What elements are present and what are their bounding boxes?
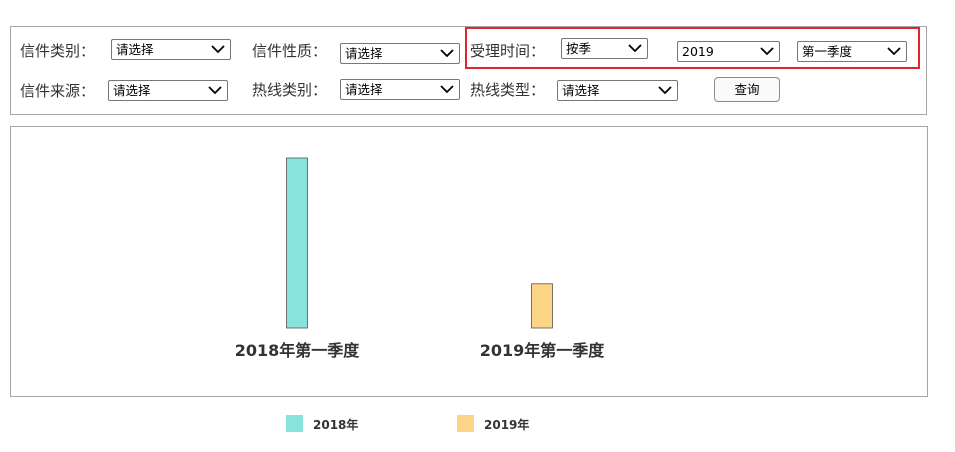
chevron-down-icon — [208, 86, 222, 95]
letter-nature-value: 请选择 — [345, 46, 383, 61]
category-label: 2018年第一季度 — [235, 341, 361, 360]
category-label: 2019年第一季度 — [480, 341, 606, 360]
bar-chart: 2018年第一季度 2019年第一季度 — [235, 157, 606, 360]
hotline-category-select[interactable]: 请选择 — [340, 79, 460, 100]
accept-time-mode-select[interactable]: 按季 — [561, 38, 648, 59]
accept-time-mode-value: 按季 — [566, 41, 592, 56]
accept-time-quarter-select[interactable]: 第一季度 — [797, 41, 907, 62]
chevron-down-icon — [658, 86, 672, 95]
bar-1-1 — [531, 283, 553, 329]
accept-time-label: 受理时间： — [470, 42, 546, 60]
chevron-down-icon — [440, 49, 454, 58]
letter-category-select[interactable]: 请选择 — [111, 39, 231, 60]
letter-source-label: 信件来源： — [20, 82, 96, 100]
letter-category-value: 请选择 — [116, 42, 154, 57]
legend-label: 2018年 — [313, 418, 359, 432]
letter-source-select[interactable]: 请选择 — [108, 80, 228, 101]
chevron-down-icon — [887, 47, 901, 56]
legend-swatch — [286, 415, 303, 432]
letter-source-value: 请选择 — [113, 83, 151, 98]
chevron-down-icon — [440, 85, 454, 94]
hotline-category-value: 请选择 — [345, 82, 383, 97]
hotline-type-select[interactable]: 请选择 — [557, 80, 678, 101]
chevron-down-icon — [760, 47, 774, 56]
chart-panel: 2018年第一季度 2019年第一季度 — [10, 126, 928, 397]
bar-0-0 — [286, 157, 308, 329]
query-button[interactable]: 查询 — [714, 77, 780, 102]
legend-swatch — [457, 415, 474, 432]
hotline-type-value: 请选择 — [562, 83, 600, 98]
chevron-down-icon — [628, 44, 642, 53]
hotline-category-label: 热线类别： — [252, 81, 328, 99]
accept-time-year-value: 2019 — [682, 44, 714, 59]
letter-category-label: 信件类别： — [20, 42, 96, 60]
letter-nature-label: 信件性质： — [252, 42, 328, 60]
legend-label: 2019年 — [484, 418, 530, 432]
accept-time-quarter-value: 第一季度 — [802, 44, 853, 59]
accept-time-year-select[interactable]: 2019 — [677, 41, 780, 62]
chevron-down-icon — [211, 45, 225, 54]
letter-nature-select[interactable]: 请选择 — [340, 43, 460, 64]
hotline-type-label: 热线类型： — [470, 81, 546, 99]
